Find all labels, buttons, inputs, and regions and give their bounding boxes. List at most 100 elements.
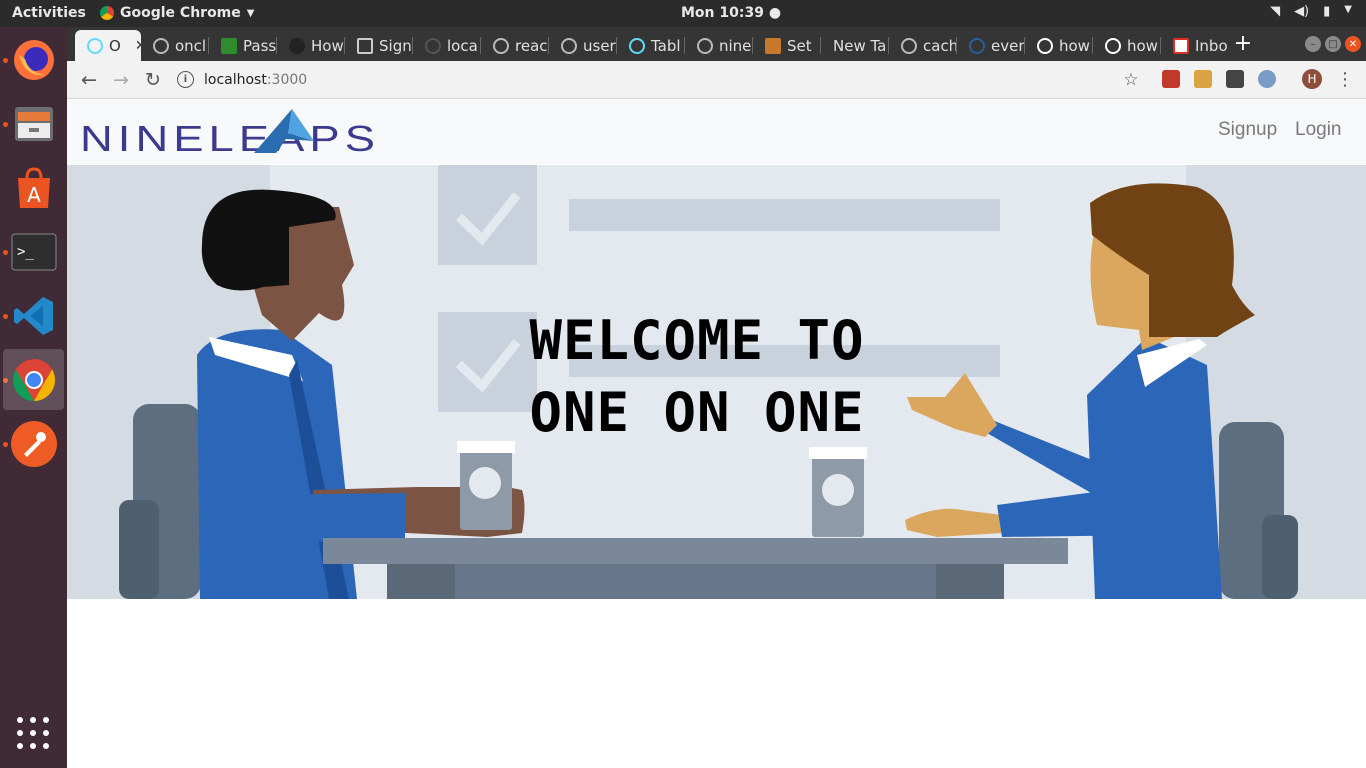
tab-strip: O ✕ oncl Pass How Sign loca reac user Ta… xyxy=(67,27,1366,61)
maximize-button[interactable]: □ xyxy=(1325,36,1341,52)
clock-label: Mon 10:39 xyxy=(681,5,764,21)
tab[interactable]: oncl xyxy=(141,30,209,61)
tab[interactable]: New Ta xyxy=(821,30,889,61)
site-navbar: NINELEAPS Signup Login xyxy=(67,99,1366,164)
chrome-small-icon xyxy=(100,6,114,20)
tab[interactable]: user xyxy=(549,30,617,61)
globe-icon xyxy=(425,37,441,54)
app-menu[interactable]: Google Chrome ▼ xyxy=(100,5,254,21)
firefox-icon[interactable] xyxy=(3,29,64,90)
bookmark-star-icon[interactable]: ☆ xyxy=(1119,68,1143,92)
tab[interactable]: Sign xyxy=(345,30,413,61)
url-host: localhost xyxy=(204,71,267,88)
tab-label: Pass xyxy=(243,36,277,55)
tab[interactable]: Set xyxy=(753,30,821,61)
gmail-icon xyxy=(1173,37,1189,54)
dock: A >_ xyxy=(0,27,67,768)
activities-button[interactable]: Activities xyxy=(12,5,86,21)
google-icon xyxy=(153,37,169,54)
extension-icon[interactable] xyxy=(1162,70,1180,88)
minimize-button[interactable]: – xyxy=(1305,36,1321,52)
google-icon xyxy=(493,37,509,54)
new-tab-button[interactable]: + xyxy=(1231,30,1255,58)
stackoverflow-icon xyxy=(765,37,781,54)
show-applications-button[interactable] xyxy=(17,717,49,749)
tab-label: how xyxy=(1059,36,1090,55)
tab-label: Tabl xyxy=(651,36,681,55)
avatar[interactable]: H xyxy=(1302,69,1322,89)
wifi-icon: ◥ xyxy=(1270,4,1281,19)
back-button[interactable]: ← xyxy=(77,68,101,92)
software-center-icon[interactable]: A xyxy=(3,157,64,218)
battery-icon: ▮ xyxy=(1323,4,1331,19)
tab[interactable]: Pass xyxy=(209,30,277,61)
tab-label: How xyxy=(311,36,344,55)
info-icon[interactable]: i xyxy=(177,71,194,88)
tab[interactable]: how xyxy=(1025,30,1093,61)
google-icon xyxy=(697,37,713,54)
tab-label: New Ta xyxy=(833,36,887,55)
forward-button[interactable]: → xyxy=(109,68,133,92)
tab-active[interactable]: O ✕ xyxy=(75,30,141,61)
web-page: NINELEAPS Signup Login WELCOME TO ONE ON… xyxy=(67,99,1366,768)
tab-label: ever xyxy=(991,36,1025,55)
tab-label: nine xyxy=(719,36,752,55)
edge-icon xyxy=(969,37,985,54)
tab-label: loca xyxy=(447,36,478,55)
tab[interactable]: how xyxy=(1093,30,1161,61)
hero-title-line-1: WELCOME TO xyxy=(529,309,865,372)
close-window-button[interactable]: ✕ xyxy=(1345,36,1361,52)
green-icon xyxy=(221,37,237,54)
tab[interactable]: ever xyxy=(957,30,1025,61)
tab[interactable]: Tabl xyxy=(617,30,685,61)
chevron-down-icon: ▼ xyxy=(246,7,255,19)
address-bar[interactable]: i localhost:3000 xyxy=(175,66,1115,93)
postman-icon[interactable] xyxy=(3,413,64,474)
react-icon xyxy=(87,37,103,54)
tab-label: O xyxy=(109,36,121,55)
terminal-icon[interactable]: >_ xyxy=(3,221,64,282)
tab-label: cach xyxy=(923,36,957,55)
tab-label: oncl xyxy=(175,36,207,55)
tab[interactable]: reac xyxy=(481,30,549,61)
login-link[interactable]: Login xyxy=(1295,119,1342,141)
svg-text:A: A xyxy=(27,183,41,207)
signup-link[interactable]: Signup xyxy=(1218,119,1277,141)
logo-text: NINELEAPS xyxy=(80,118,380,157)
menu-icon[interactable]: ⋮ xyxy=(1333,68,1357,92)
tab-label: Sign xyxy=(379,36,412,55)
extension-icon[interactable] xyxy=(1194,70,1212,88)
github-icon xyxy=(289,37,305,54)
app-menu-label: Google Chrome xyxy=(120,5,241,21)
hero-title-line-2: ONE ON ONE xyxy=(529,381,865,444)
tab-label: Inbo xyxy=(1195,36,1228,55)
google-icon xyxy=(901,37,917,54)
tab-label: how xyxy=(1127,36,1158,55)
tab[interactable]: How xyxy=(277,30,345,61)
tab-label: reac xyxy=(515,36,548,55)
extension-icon[interactable] xyxy=(1258,70,1276,88)
extension-icon[interactable] xyxy=(1226,70,1244,88)
system-top-bar: Activities Google Chrome ▼ Mon 10:39 ● ◥… xyxy=(0,0,1366,27)
google-icon xyxy=(561,37,577,54)
tab[interactable]: loca xyxy=(413,30,481,61)
reload-button[interactable]: ↻ xyxy=(141,68,165,92)
files-icon[interactable] xyxy=(3,93,64,154)
chrome-icon[interactable] xyxy=(3,349,64,410)
vscode-icon[interactable] xyxy=(3,285,64,346)
notification-dot-icon: ● xyxy=(768,5,782,21)
system-tray[interactable]: ◥ ◀) ▮ ▼ xyxy=(1270,4,1352,19)
tab-label: user xyxy=(583,36,616,55)
tab[interactable]: Inbo xyxy=(1161,30,1229,61)
chevron-down-icon: ▼ xyxy=(1344,4,1352,15)
google-icon xyxy=(1105,37,1121,54)
volume-icon: ◀) xyxy=(1294,4,1310,19)
tab[interactable]: nine xyxy=(685,30,753,61)
react-icon xyxy=(629,37,645,54)
tab[interactable]: cach xyxy=(889,30,957,61)
codesandbox-icon xyxy=(357,37,373,54)
clock[interactable]: Mon 10:39 ● xyxy=(681,5,781,21)
svg-text:>_: >_ xyxy=(17,244,34,260)
google-icon xyxy=(1037,37,1053,54)
nineleaps-logo[interactable]: NINELEAPS xyxy=(80,107,385,161)
